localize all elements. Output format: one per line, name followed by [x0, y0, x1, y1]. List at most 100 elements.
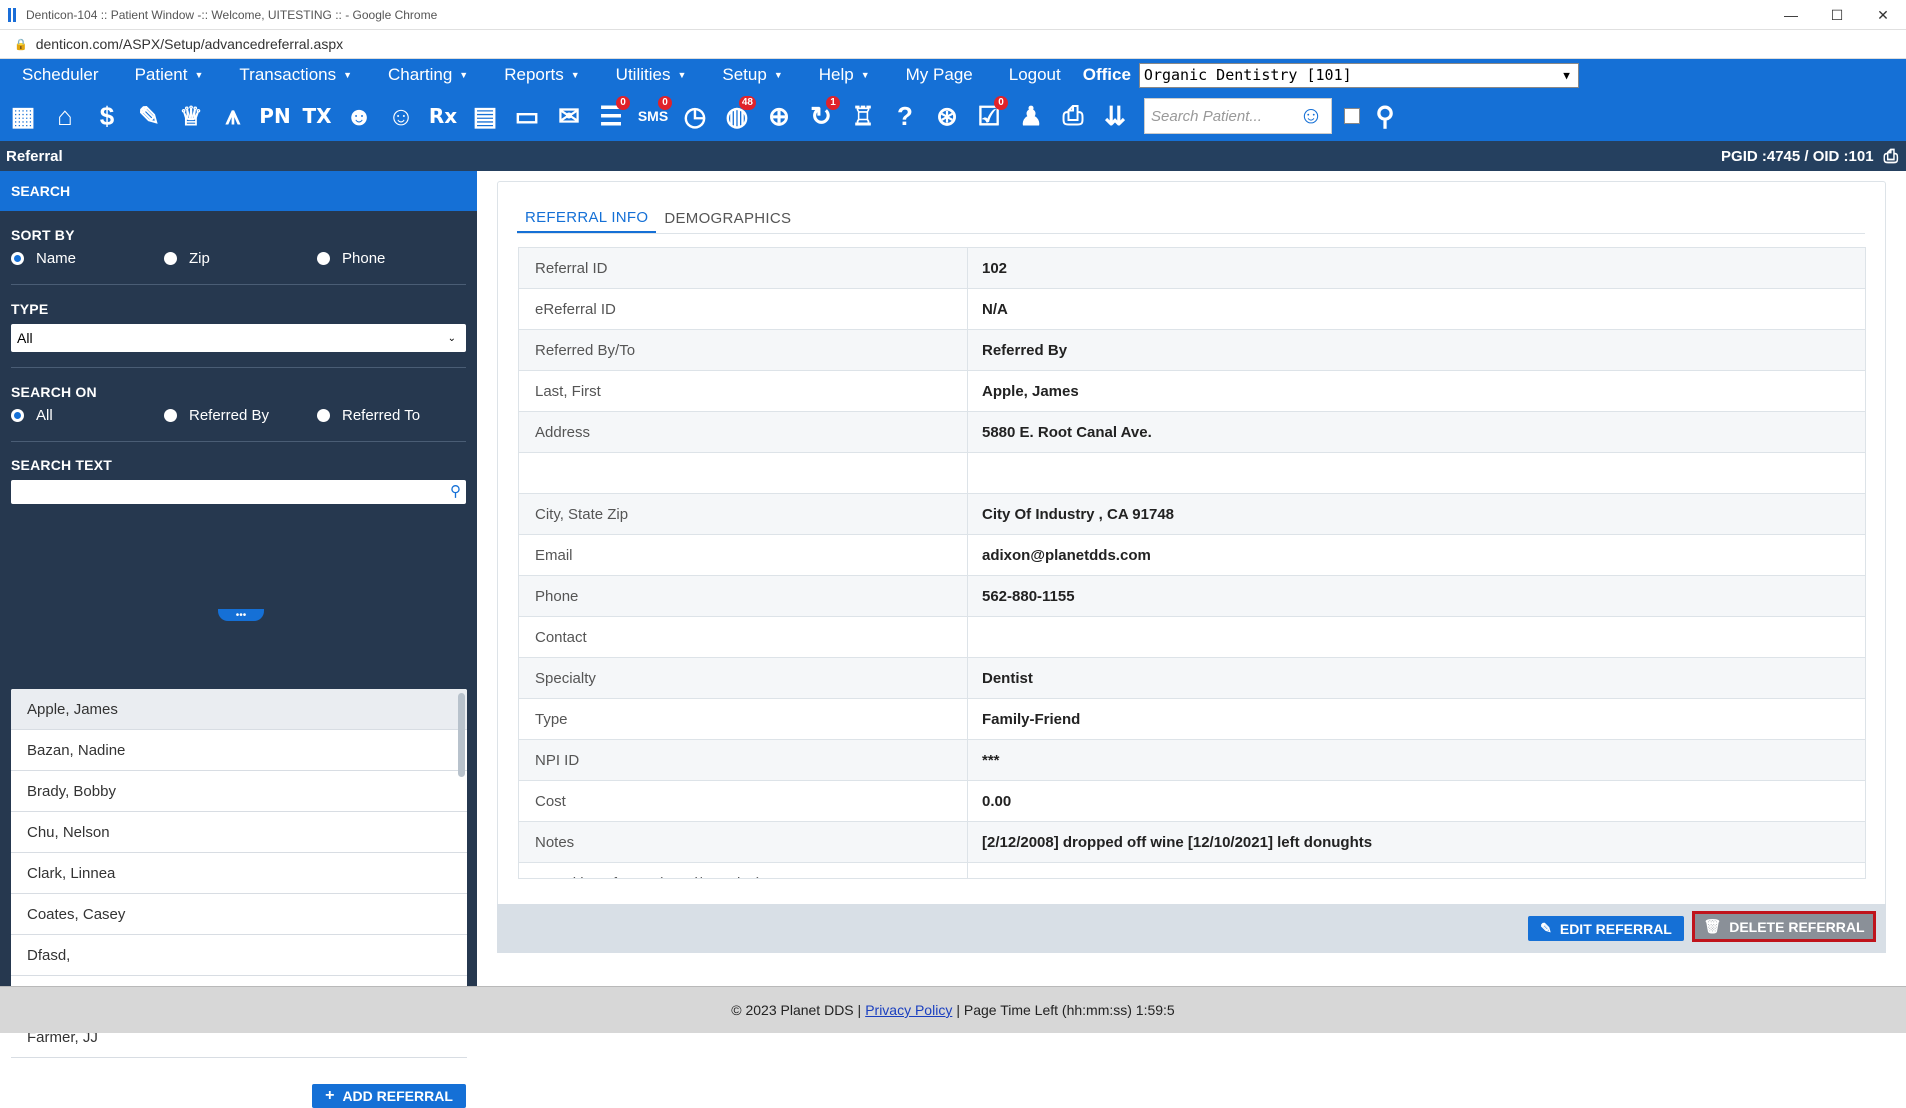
calendar-icon[interactable]: ▦ — [4, 96, 42, 136]
tooth-icon[interactable]: ♕ — [172, 96, 210, 136]
menu-patient[interactable]: Patient ▼ — [113, 65, 218, 85]
maximize-icon[interactable]: ☐ — [1814, 0, 1860, 30]
notes-icon[interactable]: ▤ — [466, 96, 504, 136]
add-referral-button[interactable]: + ADD REFERRAL — [312, 1084, 466, 1108]
menu-logout[interactable]: Logout — [987, 65, 1075, 85]
type-select[interactable]: All ⌄ — [11, 324, 466, 352]
list-item[interactable]: Chu, Nelson — [11, 812, 467, 853]
search-on-referred-by-radio[interactable]: Referred By — [164, 407, 317, 424]
menu-transactions[interactable]: Transactions ▼ — [217, 65, 366, 85]
row-value: 0.00 — [982, 792, 1012, 810]
dollar-icon[interactable]: $ — [88, 96, 126, 136]
row-label: Contact — [519, 617, 968, 657]
search-icon[interactable]: ⚲ — [450, 482, 461, 500]
radio-unselected[interactable] — [317, 409, 330, 422]
delete-referral-label: DELETE REFERRAL — [1729, 918, 1865, 935]
minimize-icon[interactable]: — — [1768, 0, 1814, 30]
address-bar[interactable]: 🔒 denticon.com/ASPX/Setup/advancedreferr… — [0, 30, 1906, 59]
radio-unselected[interactable] — [164, 409, 177, 422]
office-select[interactable]: Organic Dentistry [101] ▼ — [1138, 62, 1579, 88]
radio-unselected[interactable] — [317, 252, 330, 265]
group-icon[interactable]: ♟ — [1012, 96, 1050, 136]
menu-help[interactable]: Help ▼ — [797, 65, 884, 85]
radio-selected[interactable] — [11, 409, 24, 422]
home-icon[interactable]: ⌂ — [46, 96, 84, 136]
treatment-plan-icon[interactable]: TX — [298, 96, 336, 136]
page-title: Referral — [6, 147, 63, 165]
menu-reports[interactable]: Reports ▼ — [482, 65, 593, 85]
time-left-text: | Page Time Left (hh:mm:ss) 1:59:5 — [956, 1002, 1175, 1018]
radio-unselected[interactable] — [164, 252, 177, 265]
list-item[interactable]: Bazan, Nadine — [11, 730, 467, 771]
search-patient-input[interactable]: Search Patient... ☺ — [1144, 98, 1332, 134]
prescription-icon[interactable]: Rx — [424, 96, 462, 136]
caret-down-icon: ▼ — [773, 70, 783, 80]
radio-label: Zip — [189, 250, 210, 267]
search-on-referred-to-radio[interactable]: Referred To — [317, 407, 420, 424]
tab-demographics[interactable]: DEMOGRAPHICS — [656, 204, 799, 233]
caret-down-icon: ▼ — [343, 70, 353, 80]
delete-referral-button[interactable]: 🗑 DELETE REFERRAL — [1692, 911, 1876, 942]
tooth-chart-icon[interactable]: ♖ — [844, 96, 882, 136]
list-item[interactable]: Brady, Bobby — [11, 771, 467, 812]
sort-zip-radio[interactable]: Zip — [164, 250, 317, 267]
help-icon[interactable]: ? — [886, 96, 924, 136]
globe-icon[interactable]: ◍ 48 — [718, 96, 756, 136]
browser-titlebar: Denticon-104 :: Patient Window -:: Welco… — [0, 0, 1906, 30]
tab-referral-info[interactable]: REFERRAL INFO — [517, 204, 657, 233]
menu-label: Reports — [504, 65, 564, 84]
row-value: [2/12/2008] dropped off wine [12/10/2021… — [982, 833, 1373, 851]
menu-charting[interactable]: Charting ▼ — [366, 65, 482, 85]
list-item[interactable]: Dfasd, — [11, 935, 467, 976]
row-value — [968, 617, 1865, 657]
list-item[interactable]: Clark, Linnea — [11, 853, 467, 894]
chat-icon[interactable]: ☰ 0 — [592, 96, 630, 136]
icon-toolbar: ▦ ⌂ $ ✎ ♕ ⩚ PN TX ☻ ☺ Rx ▤ ▭ ✉ ☰ 0 SMS 0 ◷… — [0, 91, 1906, 141]
list-item[interactable]: Apple, James — [11, 689, 467, 730]
more-options-toggle[interactable]: ••• — [218, 609, 264, 621]
print-page-icon[interactable]: ⎙ — [1884, 146, 1898, 167]
sms-icon[interactable]: SMS 0 — [634, 96, 672, 136]
close-icon[interactable]: ✕ — [1860, 0, 1906, 30]
edit-referral-button[interactable]: ✎ EDIT REFERRAL — [1528, 916, 1684, 941]
support-icon[interactable]: ⊕ — [760, 96, 798, 136]
main-menu: Scheduler Patient ▼ Transactions ▼ Chartin… — [0, 59, 1906, 91]
checkbox-toggle[interactable] — [1342, 96, 1362, 136]
clock-icon[interactable]: ◷ — [676, 96, 714, 136]
menu-my-page[interactable]: My Page — [884, 65, 987, 85]
type-value: All — [17, 330, 33, 346]
row-label — [519, 453, 968, 493]
patient-search-icon[interactable]: ☺ — [1291, 99, 1331, 133]
checklist-icon[interactable]: ☑ 0 — [970, 96, 1008, 136]
sort-phone-radio[interactable]: Phone — [317, 250, 385, 267]
sort-name-radio[interactable]: Name — [11, 250, 164, 267]
row-value: Family-Friend — [982, 710, 1081, 728]
row-label: Address — [519, 412, 968, 452]
menu-utilities[interactable]: Utilities ▼ — [594, 65, 701, 85]
menu-setup[interactable]: Setup ▼ — [700, 65, 796, 85]
patient-lookup-icon[interactable]: ⚲ — [1366, 96, 1404, 136]
download-icon[interactable]: ⇊ — [1096, 96, 1134, 136]
add-patient-icon[interactable]: ☻ — [340, 96, 378, 136]
web-icon[interactable]: ⊛ — [928, 96, 966, 136]
progress-notes-icon[interactable]: PN — [256, 96, 294, 136]
add-family-icon[interactable]: ☺ — [382, 96, 420, 136]
search-on-options: All Referred By Referred To — [11, 407, 466, 424]
document-icon[interactable]: ▭ — [508, 96, 546, 136]
table-row: Referral ID 102 — [519, 248, 1865, 289]
search-text-input[interactable]: ⚲ — [11, 480, 466, 504]
mail-icon[interactable]: ✉ — [550, 96, 588, 136]
list-scrollbar[interactable] — [458, 693, 465, 777]
recall-icon[interactable]: ↻ 1 — [802, 96, 840, 136]
app-logo-icon — [8, 7, 20, 22]
search-on-all-radio[interactable]: All — [11, 407, 164, 424]
radio-selected[interactable] — [11, 252, 24, 265]
menu-label: Transactions — [239, 65, 337, 84]
list-item[interactable]: Coates, Casey — [11, 894, 467, 935]
print-icon[interactable]: ⎙ — [1054, 96, 1092, 136]
edit-chart-icon[interactable]: ✎ — [130, 96, 168, 136]
perio-icon[interactable]: ⩚ — [214, 96, 252, 136]
privacy-policy-link[interactable]: Privacy Policy — [865, 1002, 952, 1018]
row-value: Referred By — [982, 341, 1068, 359]
menu-scheduler[interactable]: Scheduler — [0, 65, 113, 85]
